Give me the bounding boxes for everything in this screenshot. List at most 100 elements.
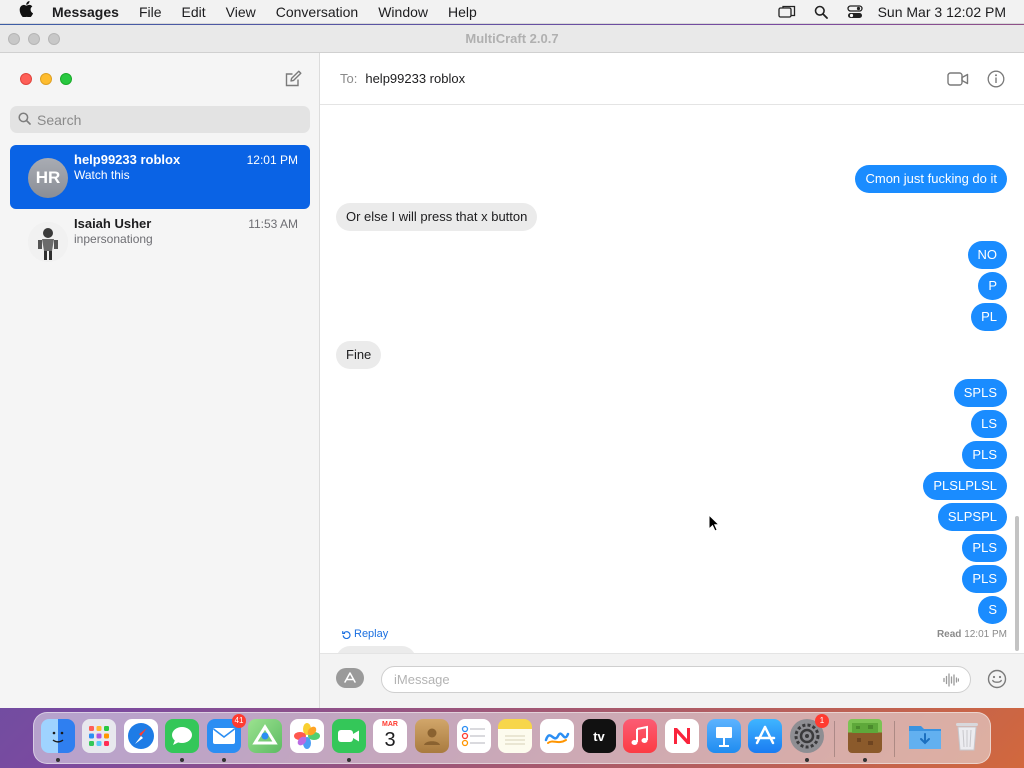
maps-icon[interactable]: [248, 719, 282, 753]
menu-conversation[interactable]: Conversation: [266, 4, 369, 20]
tv-icon[interactable]: tv: [582, 719, 616, 753]
menu-file[interactable]: File: [129, 4, 172, 20]
app-store-apps-icon[interactable]: [336, 668, 364, 688]
mail-badge: 41: [232, 714, 246, 728]
music-icon[interactable]: [623, 719, 657, 753]
screen-mirroring-icon[interactable]: [770, 5, 804, 19]
menu-view[interactable]: View: [216, 4, 266, 20]
dock-running-indicator: [863, 758, 867, 762]
to-label: To:: [340, 71, 358, 86]
menu-edit[interactable]: Edit: [172, 4, 216, 20]
window-controls: [20, 73, 72, 85]
messages-icon[interactable]: [165, 719, 199, 753]
dock: 41 MAR 3 tv 1: [33, 712, 991, 764]
incoming-message-bubble[interactable]: Or else I will press that x button: [336, 203, 538, 231]
search-icon: [18, 111, 31, 128]
system-settings-icon[interactable]: 1: [790, 714, 829, 753]
search-field[interactable]: Search: [10, 106, 310, 133]
outgoing-message-bubble[interactable]: PLS: [962, 441, 1007, 469]
conversation-item-isaiah-usher[interactable]: Isaiah Usher inpersonationg 11:53 AM: [10, 209, 310, 273]
conversation-sidebar: Search HR help99233 roblox Watch this 12…: [0, 53, 320, 708]
outgoing-message-bubble[interactable]: Cmon just fucking do it: [855, 165, 1007, 193]
multicraft-window-titlebar[interactable]: MultiCraft 2.0.7: [0, 25, 1024, 53]
conversation-name: help99233 roblox: [74, 152, 181, 167]
calendar-icon[interactable]: MAR 3: [373, 719, 407, 753]
outgoing-message-bubble[interactable]: NO: [967, 241, 1007, 269]
dock-running-indicator: [805, 758, 809, 762]
bg-window-minimize-button[interactable]: [28, 32, 40, 45]
conversation-item-help99233-roblox[interactable]: HR help99233 roblox Watch this 12:01 PM: [10, 145, 310, 209]
zoom-button[interactable]: [60, 73, 72, 85]
message-transcript: Cmon just fucking do it Or else I will p…: [320, 105, 1023, 674]
dock-running-indicator: [56, 758, 60, 762]
dock-divider: [834, 721, 835, 757]
transcript-scrollbar[interactable]: [1015, 516, 1019, 651]
conversation-name: Isaiah Usher: [74, 216, 152, 231]
info-icon[interactable]: [986, 69, 1006, 89]
avatar: HR: [28, 158, 68, 198]
tv-label: tv: [593, 728, 605, 744]
menu-app-name[interactable]: Messages: [52, 4, 129, 20]
outgoing-message-bubble[interactable]: PL: [971, 303, 1007, 331]
incoming-message-bubble[interactable]: Fine: [336, 341, 382, 369]
photos-icon[interactable]: [290, 719, 324, 753]
menu-bar-clock[interactable]: Sun Mar 3 12:02 PM: [872, 4, 1006, 20]
menu-window[interactable]: Window: [368, 4, 438, 20]
dock-running-indicator: [180, 758, 184, 762]
facetime-video-icon[interactable]: [946, 69, 970, 89]
contacts-icon[interactable]: [415, 719, 449, 753]
outgoing-message-bubble[interactable]: S: [978, 596, 1007, 624]
multicraft-icon[interactable]: [848, 719, 882, 753]
spotlight-search-icon[interactable]: [804, 5, 838, 19]
control-center-icon[interactable]: [838, 4, 872, 19]
notes-icon[interactable]: [498, 719, 532, 753]
chat-header: To: help99233 roblox: [320, 53, 1024, 105]
audio-message-icon[interactable]: [942, 671, 960, 689]
mail-icon[interactable]: 41: [207, 714, 246, 753]
compose-icon[interactable]: [283, 69, 303, 89]
keynote-icon[interactable]: [707, 719, 741, 753]
outgoing-message-bubble[interactable]: SLPSPL: [937, 503, 1007, 531]
minimize-button[interactable]: [40, 73, 52, 85]
replay-link[interactable]: Replay: [342, 628, 388, 640]
conversation-preview: Watch this: [74, 168, 130, 182]
dock-divider: [894, 721, 895, 757]
calendar-day: 3: [384, 729, 396, 751]
freeform-icon[interactable]: [540, 719, 574, 753]
outgoing-message-bubble[interactable]: PLS: [962, 565, 1007, 593]
downloads-folder-icon[interactable]: [908, 719, 942, 753]
chat-pane: To: help99233 roblox Cmon just fucking d…: [320, 53, 1024, 708]
menu-bar: Messages File Edit View Conversation Win…: [0, 0, 1024, 24]
messages-window: Search HR help99233 roblox Watch this 12…: [0, 53, 1024, 708]
outgoing-message-bubble[interactable]: SPLS: [953, 379, 1007, 407]
recipient-name[interactable]: help99233 roblox: [365, 71, 465, 86]
outgoing-message-bubble[interactable]: PLSLPLSL: [923, 472, 1007, 500]
bg-window-close-button[interactable]: [8, 32, 20, 45]
contact-photo-icon: [28, 222, 68, 262]
read-receipt-time: 12:01 PM: [964, 629, 1007, 640]
app-store-icon[interactable]: [748, 719, 782, 753]
finder-icon[interactable]: [41, 719, 75, 753]
conversation-time: 11:53 AM: [248, 217, 298, 231]
read-receipt: Read 12:01 PM: [937, 629, 1007, 640]
trash-icon[interactable]: [950, 719, 984, 753]
outgoing-message-bubble[interactable]: PLS: [962, 534, 1007, 562]
mouse-pointer-icon: [708, 513, 721, 537]
menu-help[interactable]: Help: [438, 4, 487, 20]
search-placeholder: Search: [37, 111, 82, 128]
outgoing-message-bubble[interactable]: P: [978, 272, 1007, 300]
bg-window-title: MultiCraft 2.0.7: [465, 31, 559, 46]
bg-window-zoom-button[interactable]: [48, 32, 60, 45]
facetime-icon[interactable]: [332, 719, 366, 753]
close-button[interactable]: [20, 73, 32, 85]
outgoing-message-bubble[interactable]: LS: [971, 410, 1007, 438]
launchpad-icon[interactable]: [82, 719, 116, 753]
safari-icon[interactable]: [124, 719, 158, 753]
apple-menu-icon[interactable]: [0, 1, 52, 22]
news-icon[interactable]: [665, 719, 699, 753]
dock-running-indicator: [222, 758, 226, 762]
emoji-icon[interactable]: [986, 668, 1008, 690]
reminders-icon[interactable]: [457, 719, 491, 753]
system-settings-badge: 1: [815, 714, 829, 728]
imessage-input[interactable]: [381, 666, 971, 693]
